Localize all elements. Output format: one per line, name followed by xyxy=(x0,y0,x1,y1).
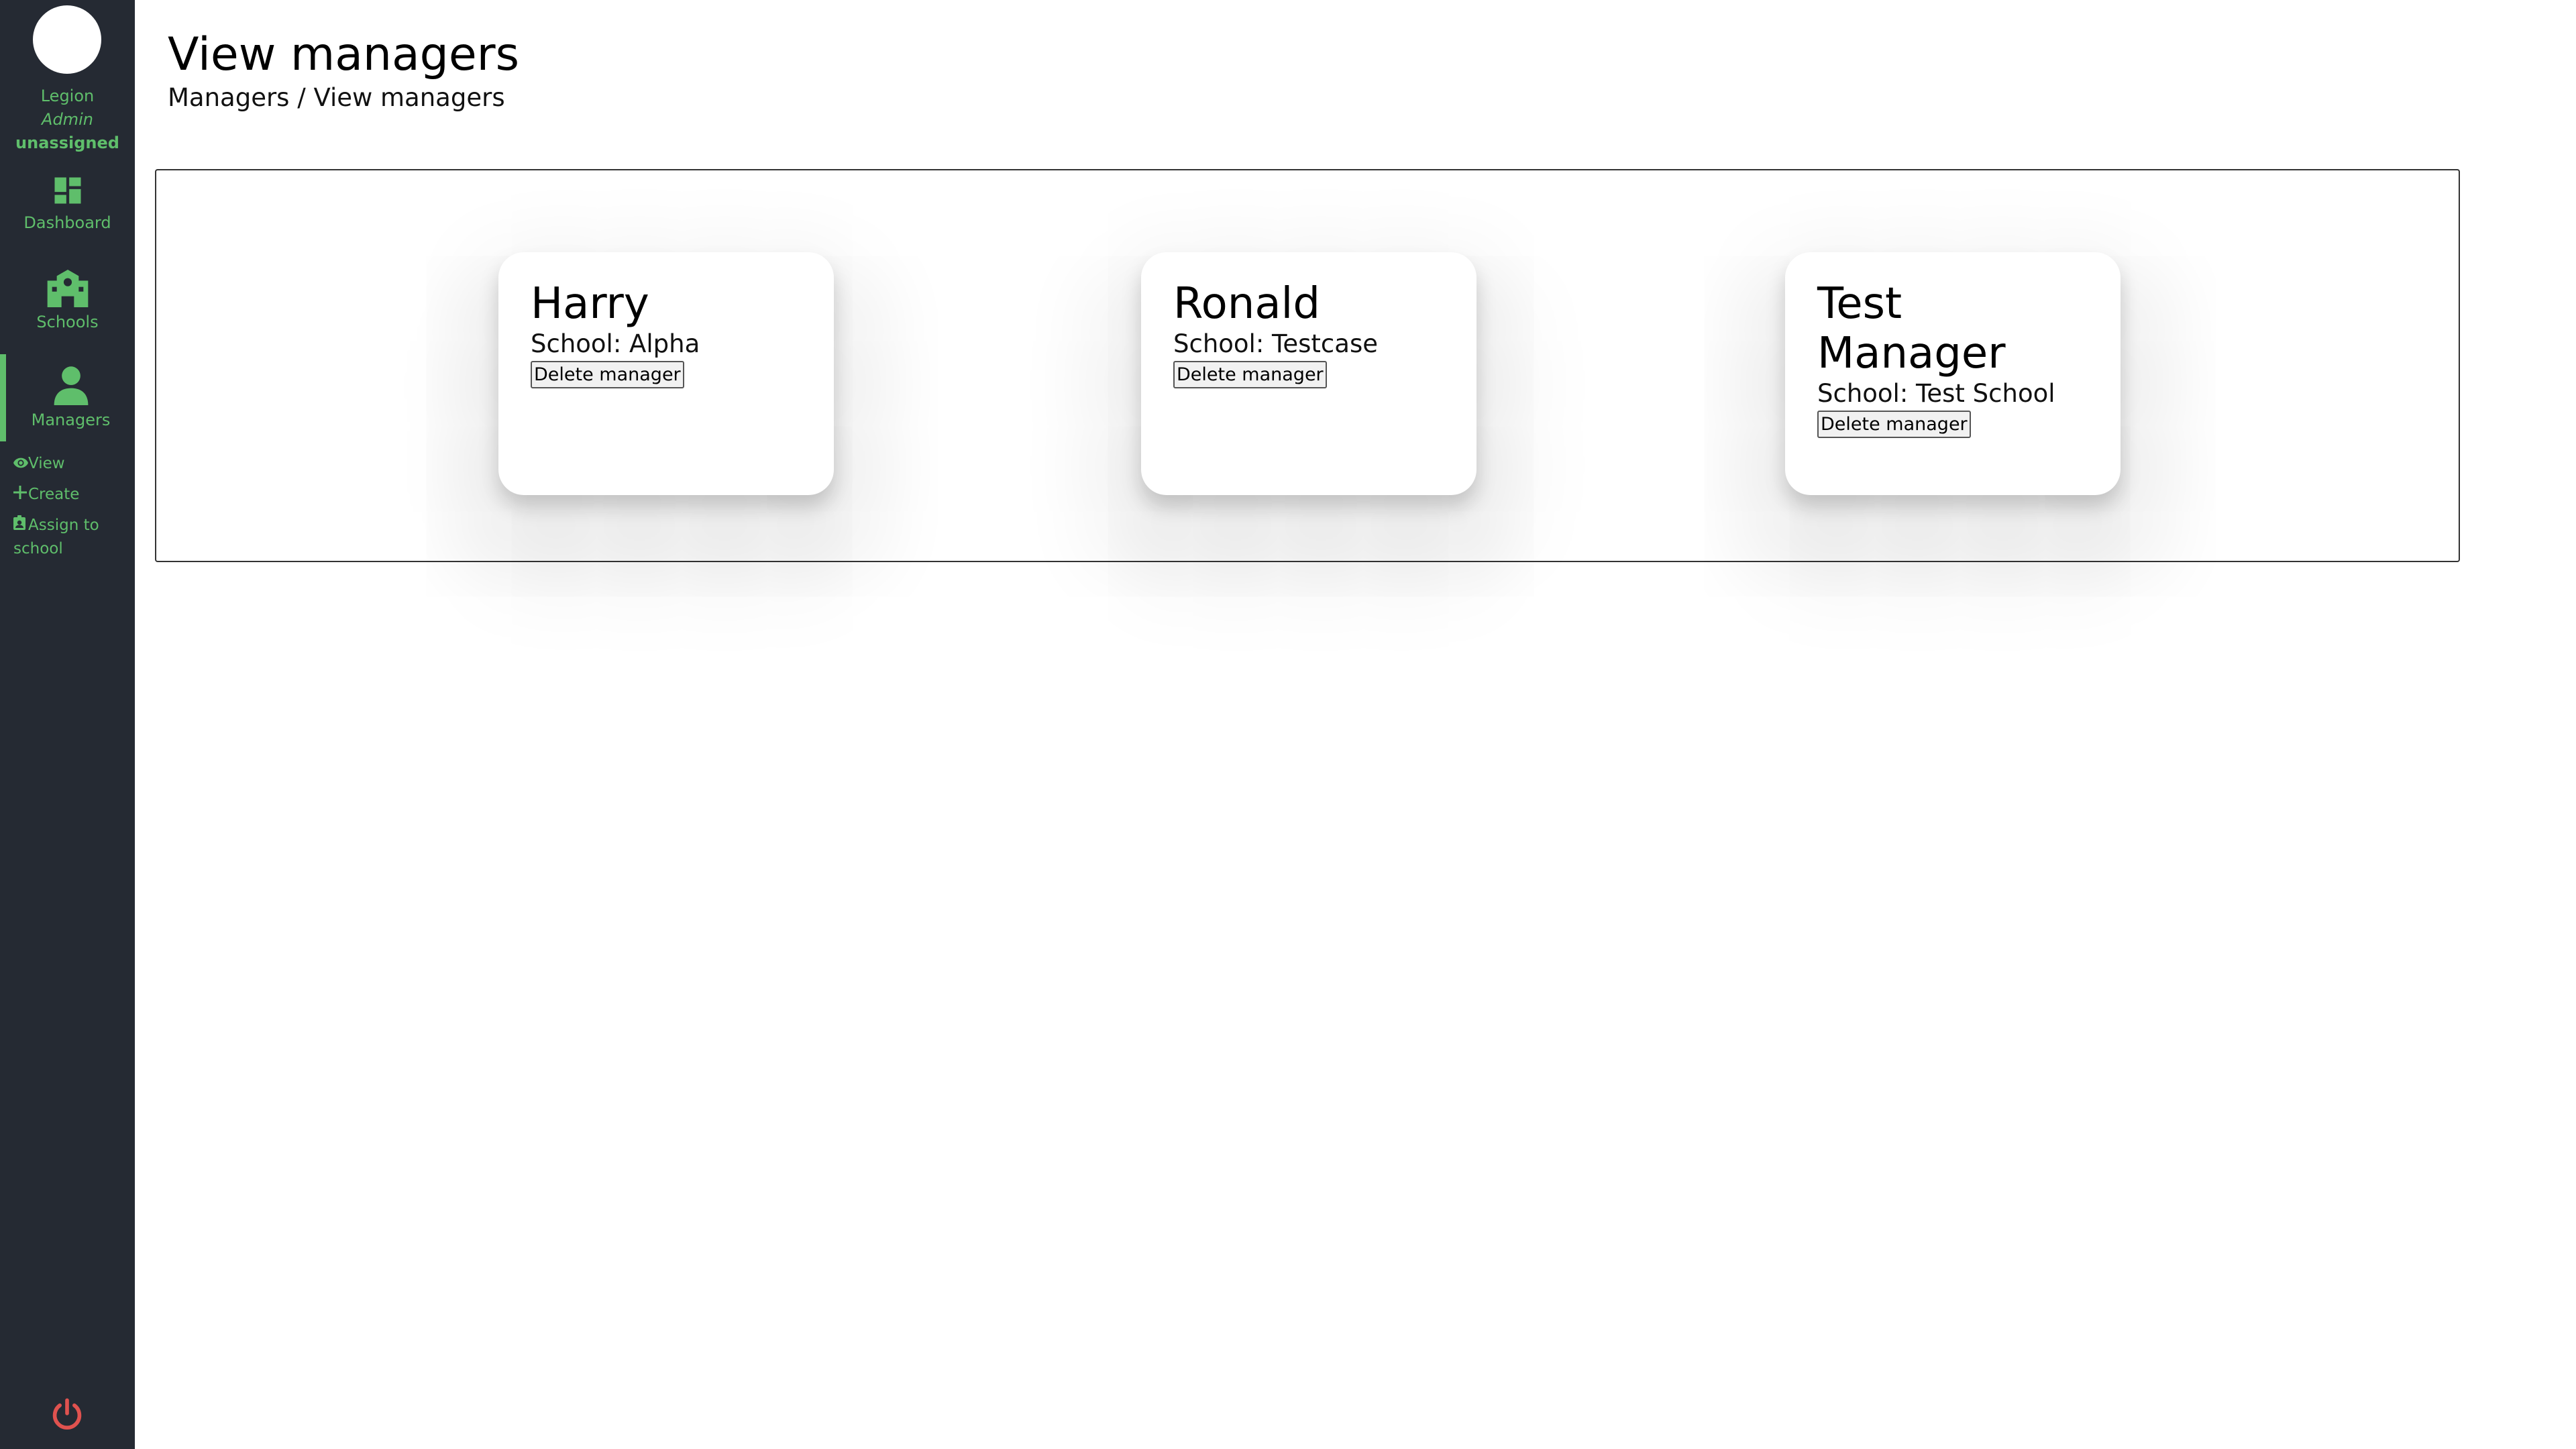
person-icon xyxy=(54,366,88,405)
plus-icon xyxy=(13,484,28,506)
user-info: Legion Admin unassigned xyxy=(0,85,135,155)
avatar[interactable] xyxy=(33,5,101,74)
sidebar: Legion Admin unassigned Dashboard School… xyxy=(0,0,135,1449)
sidebar-item-label: Managers xyxy=(31,411,111,429)
manager-school: School: Alpha xyxy=(531,329,700,358)
user-status: unassigned xyxy=(15,133,119,152)
manager-school: School: Testcase xyxy=(1173,329,1378,358)
sidebar-item-dashboard[interactable]: Dashboard xyxy=(0,173,135,232)
manager-card: Test Manager School: Test School Delete … xyxy=(1785,252,2121,495)
school-icon xyxy=(47,270,88,307)
delete-manager-button[interactable]: Delete manager xyxy=(1817,411,1971,438)
sidebar-item-label: Dashboard xyxy=(23,213,111,232)
dashboard-icon xyxy=(54,177,80,204)
subnav-label: Create xyxy=(28,486,80,503)
page-title: View managers xyxy=(168,28,520,81)
manager-card: Harry School: Alpha Delete manager xyxy=(498,252,834,495)
manager-card: Ronald School: Testcase Delete manager xyxy=(1141,252,1477,495)
manager-name: Harry xyxy=(531,279,649,329)
power-icon[interactable] xyxy=(50,1397,85,1432)
sidebar-item-managers[interactable]: Managers xyxy=(3,365,138,429)
managers-panel: Harry School: Alpha Delete manager Ronal… xyxy=(155,169,2460,562)
eye-icon xyxy=(13,453,28,476)
subnav-assign-to-school[interactable]: Assign to school xyxy=(13,514,127,560)
badge-icon xyxy=(13,515,28,537)
user-name: Legion xyxy=(40,87,95,105)
delete-manager-button[interactable]: Delete manager xyxy=(531,361,684,388)
delete-manager-button[interactable]: Delete manager xyxy=(1173,361,1327,388)
manager-name: Test Manager xyxy=(1817,279,2006,378)
sidebar-item-schools[interactable]: Schools xyxy=(0,270,135,331)
subnav-label: View xyxy=(28,455,65,472)
manager-name: Ronald xyxy=(1173,279,1320,329)
subnav-view[interactable]: View xyxy=(13,452,65,476)
sidebar-item-label: Schools xyxy=(36,313,99,331)
user-role: Admin xyxy=(42,110,93,129)
breadcrumb: Managers / View managers xyxy=(168,83,505,112)
subnav-create[interactable]: Create xyxy=(13,483,79,506)
manager-school: School: Test School xyxy=(1817,379,2055,408)
